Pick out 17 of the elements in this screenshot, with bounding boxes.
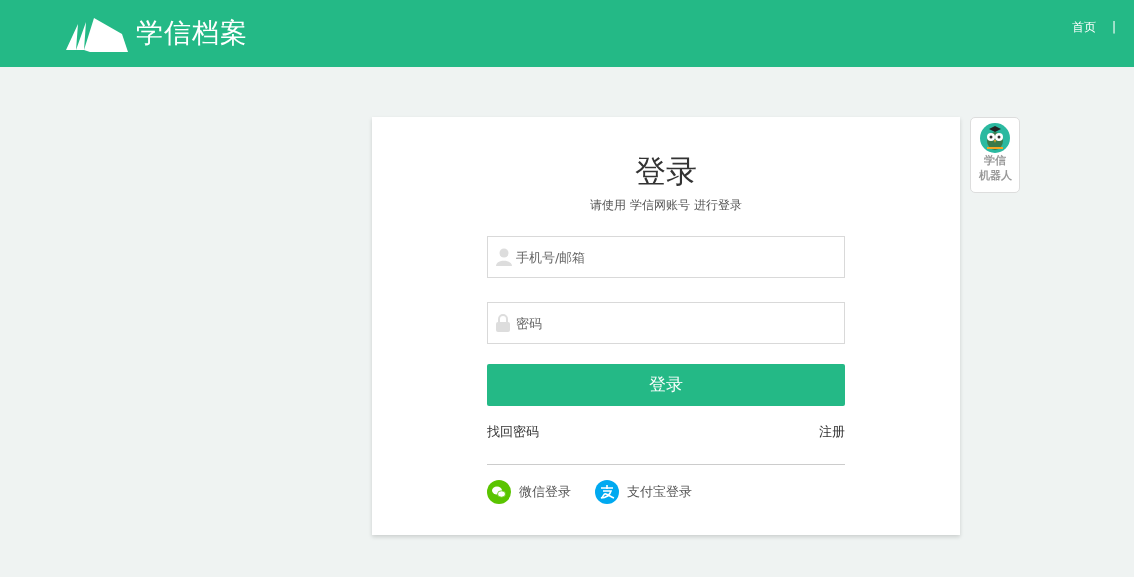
account-field[interactable]: 手机号/邮箱 xyxy=(487,236,845,279)
wechat-login-link[interactable]: 微信登录 xyxy=(487,479,571,504)
nav-separator: | xyxy=(1111,19,1116,36)
logo-icon xyxy=(66,15,128,52)
password-field[interactable]: 密码 xyxy=(487,302,845,345)
alipay-login-link[interactable]: 支付宝登录 xyxy=(595,479,692,504)
alipay-icon xyxy=(595,479,619,504)
robot-label: 学信 机器人 xyxy=(978,153,1012,184)
register-link[interactable]: 注册 xyxy=(819,422,845,442)
user-icon xyxy=(496,248,512,267)
brand-title: 学信档案 xyxy=(136,16,248,51)
login-title: 登录 xyxy=(634,153,698,191)
lock-icon xyxy=(496,314,510,333)
forgot-password-link[interactable]: 找回密码 xyxy=(487,422,539,442)
owl-icon xyxy=(980,123,1010,153)
login-subtitle: 请使用 学信网账号 进行登录 xyxy=(589,197,743,215)
wechat-icon xyxy=(487,479,511,504)
